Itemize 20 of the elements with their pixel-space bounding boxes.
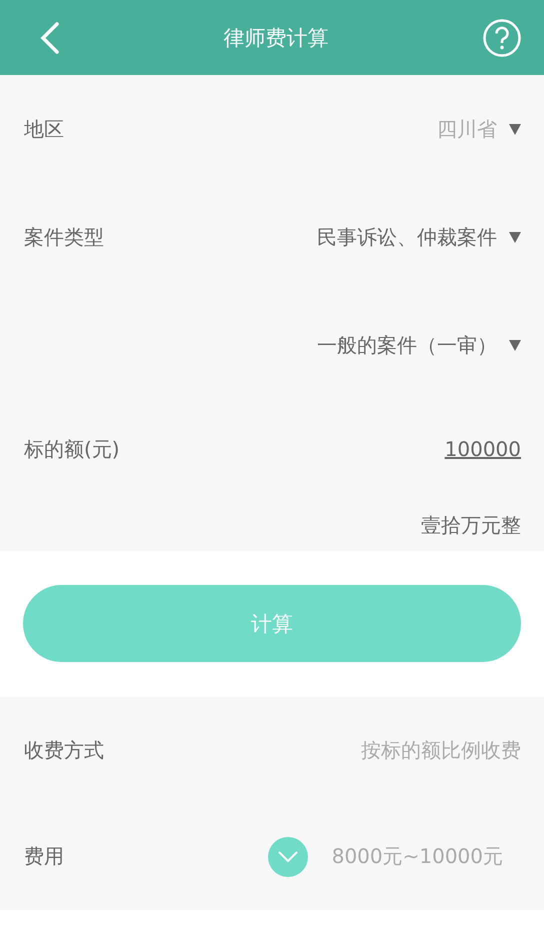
fee-range: 8000元~10000元 [332,843,503,870]
amount-in-words: 壹拾万元整 [421,512,521,538]
expand-button[interactable] [268,836,308,876]
result-value: 按标的额比例收费 [361,736,521,764]
field-label: 案件类型 [24,224,104,250]
dropdown-arrow-icon [509,340,521,350]
help-button[interactable] [482,18,522,58]
dropdown-arrow-icon [509,124,521,134]
amount-field[interactable]: 100000 [381,437,521,461]
result-label: 收费方式 [24,736,104,764]
page-title: 律师费计算 [224,24,328,52]
dropdown-arrow-icon [509,232,521,242]
dropdown[interactable]: 一般的案件（一审） [317,332,521,358]
result-label: 费用 [24,843,64,870]
field-label: 地区 [24,116,64,142]
chevron-down-icon [278,850,298,862]
field-label: 标的额(元) [24,436,120,462]
back-icon [39,22,61,54]
dropdown[interactable]: 民事诉讼、仲裁案件 [317,224,521,250]
help-icon [483,18,521,56]
